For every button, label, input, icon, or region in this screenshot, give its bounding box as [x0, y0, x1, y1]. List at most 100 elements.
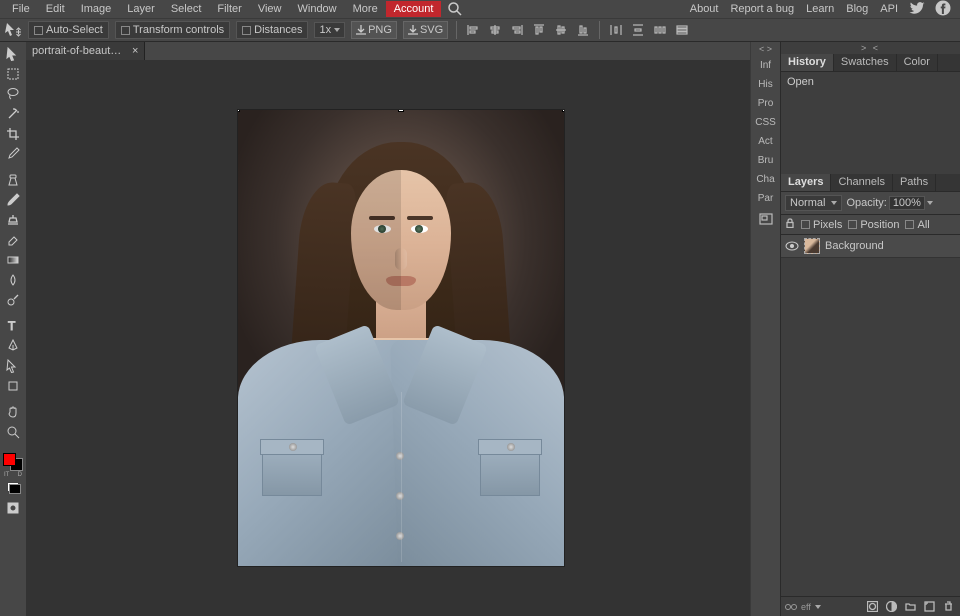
default-colors[interactable] — [2, 478, 24, 498]
align-bottom-icon[interactable] — [575, 22, 591, 38]
align-top-icon[interactable] — [531, 22, 547, 38]
move-tool-icon[interactable] — [4, 21, 22, 39]
distribute-v-icon[interactable] — [630, 22, 646, 38]
transform-handle[interactable] — [562, 110, 564, 112]
close-tab-icon[interactable]: × — [132, 45, 138, 57]
facebook-icon[interactable] — [930, 0, 956, 20]
shape-tool[interactable] — [2, 376, 24, 396]
distances-checkbox[interactable]: Distances — [236, 21, 308, 39]
menu-more[interactable]: More — [345, 1, 386, 17]
panel-tab-properties[interactable]: Pro — [751, 94, 780, 113]
panel-tab-paragraph[interactable]: Par — [751, 189, 780, 208]
panel-tab-history[interactable]: His — [751, 75, 780, 94]
menu-blog[interactable]: Blog — [840, 1, 874, 17]
panel-tab-brush[interactable]: Bru — [751, 151, 780, 170]
menu-edit[interactable]: Edit — [38, 1, 73, 17]
panel-tab-navigator-icon[interactable] — [751, 208, 780, 230]
layer-thumbnail[interactable] — [804, 238, 820, 254]
lock-pixels-checkbox[interactable]: Pixels — [801, 219, 842, 231]
pixel-ratio-select[interactable]: 1x — [314, 22, 345, 38]
menu-report-bug[interactable]: Report a bug — [724, 1, 800, 17]
dodge-tool[interactable] — [2, 290, 24, 310]
transform-handle[interactable] — [238, 110, 240, 112]
menu-layer[interactable]: Layer — [119, 1, 163, 17]
type-tool[interactable]: T — [2, 316, 24, 336]
zoom-tool[interactable] — [2, 422, 24, 442]
panel-tab-character[interactable]: Cha — [751, 170, 780, 189]
align-middle-v-icon[interactable] — [553, 22, 569, 38]
footer-link-icon[interactable]: eff — [785, 602, 821, 612]
opacity-value[interactable]: 100% — [889, 196, 925, 210]
menu-view[interactable]: View — [250, 1, 290, 17]
menu-filter[interactable]: Filter — [209, 1, 249, 17]
expand-icon[interactable]: < > — [751, 42, 780, 56]
transform-controls-label: Transform controls — [133, 24, 224, 36]
healing-brush-tool[interactable] — [2, 170, 24, 190]
search-icon[interactable] — [447, 1, 463, 17]
menu-image[interactable]: Image — [73, 1, 120, 17]
export-svg-button[interactable]: SVG — [403, 21, 448, 39]
eyedropper-tool[interactable] — [2, 144, 24, 164]
transform-controls-checkbox[interactable]: Transform controls — [115, 21, 230, 39]
auto-select-checkbox[interactable]: Auto-Select — [28, 21, 109, 39]
brush-tool[interactable] — [2, 190, 24, 210]
opacity-control[interactable]: Opacity: 100% — [846, 196, 933, 210]
menu-select[interactable]: Select — [163, 1, 210, 17]
gradient-tool[interactable] — [2, 250, 24, 270]
menu-file[interactable]: File — [4, 1, 38, 17]
layer-visibility-icon[interactable] — [785, 240, 799, 252]
layer-mask-icon[interactable] — [864, 599, 880, 615]
menu-account[interactable]: Account — [386, 1, 442, 17]
pen-tool[interactable] — [2, 336, 24, 356]
menu-about[interactable]: About — [684, 1, 725, 17]
align-right-icon[interactable] — [509, 22, 525, 38]
eraser-tool[interactable] — [2, 230, 24, 250]
quick-mask-tool[interactable] — [2, 498, 24, 518]
distribute-h-icon[interactable] — [608, 22, 624, 38]
rect-select-tool[interactable] — [2, 64, 24, 84]
align-center-h-icon[interactable] — [487, 22, 503, 38]
more-options-icon[interactable] — [674, 22, 690, 38]
tab-swatches[interactable]: Swatches — [834, 54, 897, 71]
export-png-button[interactable]: PNG — [351, 21, 397, 39]
menu-api[interactable]: API — [874, 1, 904, 17]
align-left-icon[interactable] — [465, 22, 481, 38]
adjustment-layer-icon[interactable] — [883, 599, 899, 615]
distribute-spacing-h-icon[interactable] — [652, 22, 668, 38]
lock-position-checkbox[interactable]: Position — [848, 219, 899, 231]
new-folder-icon[interactable] — [902, 599, 918, 615]
blur-tool[interactable] — [2, 270, 24, 290]
layer-name[interactable]: Background — [825, 240, 884, 252]
twitter-icon[interactable] — [904, 0, 930, 20]
collapse-panels-icon[interactable]: > < — [781, 42, 960, 54]
menu-window[interactable]: Window — [290, 1, 345, 17]
crop-tool[interactable] — [2, 124, 24, 144]
tab-paths[interactable]: Paths — [893, 174, 936, 191]
path-select-tool[interactable] — [2, 356, 24, 376]
blend-mode-select[interactable]: Normal — [785, 195, 842, 211]
new-layer-icon[interactable] — [921, 599, 937, 615]
history-entry[interactable]: Open — [787, 76, 954, 88]
menu-learn[interactable]: Learn — [800, 1, 840, 17]
canvas-image[interactable] — [238, 110, 564, 566]
foreground-color[interactable] — [3, 453, 16, 466]
tab-color[interactable]: Color — [897, 54, 938, 71]
panel-tab-css[interactable]: CSS — [751, 113, 780, 132]
document-tab[interactable]: portrait-of-beautiful-b... × — [26, 42, 145, 60]
transform-handle[interactable] — [398, 110, 404, 112]
move-tool[interactable] — [2, 44, 24, 64]
lasso-tool[interactable] — [2, 84, 24, 104]
panel-tab-info[interactable]: Inf — [751, 56, 780, 75]
canvas-area[interactable] — [26, 60, 750, 616]
delete-layer-icon[interactable] — [940, 599, 956, 615]
color-swatches[interactable] — [2, 452, 24, 472]
hand-tool[interactable] — [2, 402, 24, 422]
tab-layers[interactable]: Layers — [781, 174, 831, 191]
clone-stamp-tool[interactable] — [2, 210, 24, 230]
tab-history[interactable]: History — [781, 54, 834, 71]
tab-channels[interactable]: Channels — [831, 174, 892, 191]
layer-row[interactable]: Background — [781, 235, 960, 258]
panel-tab-actions[interactable]: Act — [751, 132, 780, 151]
lock-all-checkbox[interactable]: All — [905, 219, 929, 231]
magic-wand-tool[interactable] — [2, 104, 24, 124]
